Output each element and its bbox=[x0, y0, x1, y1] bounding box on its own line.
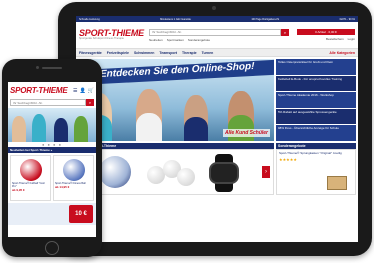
promo-item[interactable]: Sport-Thieme Akademie 2016 - Workshop bbox=[276, 92, 356, 108]
nav-item-teamsport[interactable]: Teamsport bbox=[159, 51, 177, 55]
phone-screen: SPORT-THIEME ☰ 👤 🛒 ⌕ ● ● ● ● Neuheiten b… bbox=[8, 82, 96, 237]
mobile-logo[interactable]: SPORT-THIEME bbox=[10, 86, 68, 95]
vaulting-box-image bbox=[327, 176, 347, 190]
filter-option-offers[interactable]: Sonderangebote bbox=[188, 38, 210, 42]
cart-icon[interactable]: 🛒 bbox=[88, 88, 94, 94]
hero-person-4-shirt bbox=[228, 115, 254, 141]
product-ball-image[interactable] bbox=[177, 168, 195, 186]
hero-person-3-shirt bbox=[184, 117, 208, 141]
special-offers-section: Sonderangebote Sport-Thieme® Sprungkaste… bbox=[276, 143, 356, 195]
promo-item[interactable]: Kettlebell E-Book - Für anspruchsvolles … bbox=[276, 75, 356, 92]
hero-tagline: Alle Kund Schüler bbox=[222, 129, 270, 137]
mobile-header: SPORT-THIEME ☰ 👤 🛒 bbox=[8, 82, 96, 99]
search-icon: ⌕ bbox=[283, 29, 287, 35]
offer-name: Sport-Thieme® Sprungkasten "Original" 4-… bbox=[279, 151, 342, 155]
product-price: ab 14,95 € bbox=[55, 185, 70, 189]
mobile-search-input[interactable] bbox=[10, 99, 86, 106]
nav-item-fitness[interactable]: Fitnessgeräte bbox=[79, 51, 102, 55]
phone-camera bbox=[36, 66, 39, 69]
nav-item-gymnastics[interactable]: Turnen bbox=[202, 51, 214, 55]
cart-button[interactable]: 0 Artikel · 0,00 € bbox=[297, 29, 355, 35]
hero-banner-image[interactable]: Entdecken Sie den Online-Shop! Alle Kund… bbox=[78, 59, 274, 141]
filter-option-new[interactable]: Neuheiten bbox=[149, 38, 163, 42]
order-form-link[interactable]: Bestellschein bbox=[326, 37, 344, 41]
mobile-hero-image[interactable] bbox=[8, 108, 96, 142]
menu-icon[interactable]: ☰ bbox=[73, 88, 77, 94]
product-price: ab 9,95 € bbox=[12, 188, 25, 192]
mobile-hero-person bbox=[12, 116, 26, 142]
phone-speaker bbox=[42, 67, 62, 69]
mobile-hero-person bbox=[74, 116, 88, 142]
nav-item-leisure[interactable]: Freizeitspiele bbox=[107, 51, 129, 55]
mobile-promo-strip: 10 € bbox=[8, 203, 96, 225]
product-image bbox=[19, 159, 42, 181]
search-input[interactable] bbox=[149, 28, 281, 36]
promo-item[interactable]: 98% Ihres - Übersichtliche Anzeige für S… bbox=[276, 125, 356, 141]
rating-stars: ★★★★★ bbox=[279, 156, 297, 162]
search-bar: ⌕ bbox=[149, 28, 289, 36]
hero-person-2-shirt bbox=[136, 113, 162, 141]
mobile-product-grid: Sport-Thieme® Fußball "Cool Pro" ab 9,95… bbox=[8, 153, 96, 203]
chevron-right-icon: › bbox=[265, 169, 267, 175]
account-links: Bestellschein Login bbox=[326, 37, 355, 41]
device-mockup-scene: Schnelle Lieferung Mindestens 1 Jahr Gar… bbox=[0, 0, 374, 263]
product-card[interactable]: Sport-Thieme® Fitness Ball ab 14,95 € bbox=[53, 155, 94, 201]
mobile-search-button[interactable]: ⌕ bbox=[86, 99, 94, 106]
logo-tagline: Sportgeräte Schulsport Fitness Therapie bbox=[79, 37, 124, 41]
site-header: SPORT-THIEME Sportgeräte Schulsport Fitn… bbox=[76, 22, 358, 48]
header-account: 0 Artikel · 0,00 € Bestellschein Login bbox=[293, 29, 355, 41]
tablet-device: Schnelle Lieferung Mindestens 1 Jahr Gar… bbox=[58, 2, 372, 256]
search-button[interactable]: ⌕ bbox=[281, 28, 289, 36]
promo-sidebar: Tolles Osterpreisrätsel für Groß und Kle… bbox=[276, 59, 356, 141]
carousel-next-button[interactable]: › bbox=[262, 166, 270, 178]
product-carousel: › bbox=[78, 149, 274, 195]
service-phone: 02271 - 90 91 bbox=[339, 17, 355, 21]
nav-item-swimming[interactable]: Schwimmen bbox=[134, 51, 154, 55]
service-warranty: Mindestens 1 Jahr Garantie bbox=[160, 17, 191, 21]
product-watch-image[interactable] bbox=[209, 162, 239, 184]
new-products-section: Neu bei Sport-Thieme › bbox=[78, 143, 274, 195]
home-button[interactable] bbox=[45, 241, 59, 255]
service-return: 100 Tage Rückgaberecht bbox=[251, 17, 280, 21]
phone-device: SPORT-THIEME ☰ 👤 🛒 ⌕ ● ● ● ● Neuheiten b… bbox=[2, 59, 102, 257]
tablet-camera bbox=[212, 6, 216, 10]
product-image bbox=[62, 159, 85, 181]
login-link[interactable]: Login bbox=[348, 37, 355, 41]
search-icon: ⌕ bbox=[88, 100, 92, 105]
mobile-search-bar: ⌕ bbox=[10, 99, 94, 106]
voucher-badge[interactable]: 10 € bbox=[69, 205, 93, 223]
mobile-hero-person bbox=[54, 118, 68, 142]
user-icon[interactable]: 👤 bbox=[80, 88, 86, 94]
mobile-hero-person bbox=[32, 114, 46, 142]
offer-card[interactable]: Sport-Thieme® Sprungkasten "Original" 4-… bbox=[276, 149, 356, 195]
search-area: ⌕ Neuheiten Sportmarken Sonderangebote bbox=[149, 28, 289, 42]
product-football-image[interactable] bbox=[99, 156, 131, 188]
nav-all-categories[interactable]: Alle Kategorien bbox=[329, 51, 355, 55]
hero-section: Entdecken Sie den Online-Shop! Alle Kund… bbox=[76, 57, 358, 143]
filter-option-brands[interactable]: Sportmarken bbox=[167, 38, 184, 42]
product-card[interactable]: Sport-Thieme® Fußball "Cool Pro" ab 9,95… bbox=[10, 155, 51, 201]
search-filter-options: Neuheiten Sportmarken Sonderangebote bbox=[149, 38, 289, 42]
promo-item[interactable]: Tolles Osterpreisrätsel für Groß und Kle… bbox=[276, 59, 356, 75]
site-logo[interactable]: SPORT-THIEME Sportgeräte Schulsport Fitn… bbox=[79, 29, 145, 41]
tablet-screen: Schnelle Lieferung Mindestens 1 Jahr Gar… bbox=[76, 16, 358, 242]
nav-item-therapy[interactable]: Therapie bbox=[182, 51, 197, 55]
service-delivery: Schnelle Lieferung bbox=[79, 17, 100, 21]
promo-item[interactable]: 5% Rabatt auf ausgewählte Sprossengeräte bbox=[276, 108, 356, 125]
mobile-header-icons: ☰ 👤 🛒 bbox=[73, 88, 94, 94]
main-navigation: Fitnessgeräte Freizeitspiele Schwimmen T… bbox=[76, 48, 358, 57]
content-row: Neu bei Sport-Thieme › Sonderangebote bbox=[76, 143, 358, 195]
